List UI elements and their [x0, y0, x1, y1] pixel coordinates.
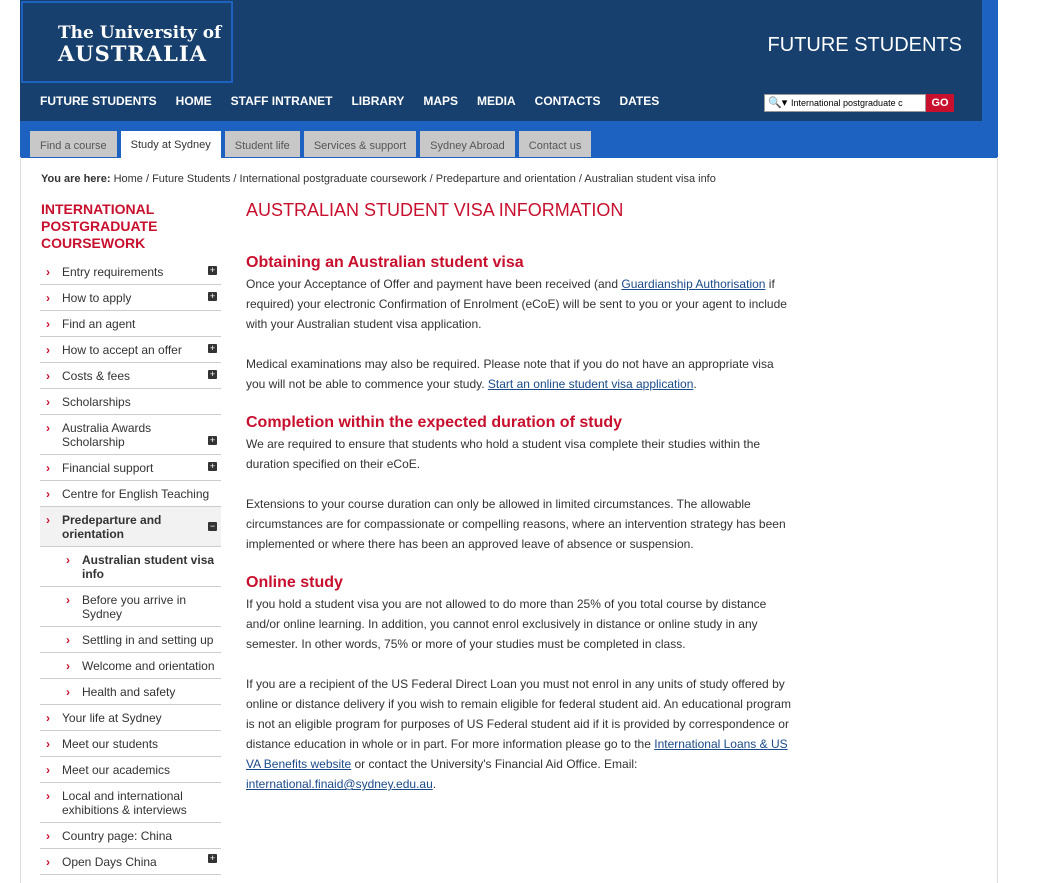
sidebar-nav: › Entry requirements + › How to apply + › Fin… [40, 259, 221, 875]
tab-find-a-course[interactable]: Find a course [30, 131, 117, 157]
sidebar-item-exhibitions-interviews[interactable]: › Local and international exhibitions & i… [40, 783, 221, 823]
section-tabs: Find a course Study at Sydney Student li… [30, 131, 595, 158]
chevron-right-icon: › [66, 553, 70, 567]
search-go-button[interactable]: GO [926, 94, 954, 112]
university-logo[interactable]: The University of AUSTRALIA [21, 1, 233, 83]
sidebar-item-australia-awards[interactable]: › Australia Awards Scholarship + [40, 415, 221, 455]
page-border-left [20, 157, 21, 883]
nav-staff-intranet[interactable]: STAFF INTRANET [231, 94, 333, 108]
logo-line-2: AUSTRALIA [58, 41, 208, 66]
sidebar-item-centre-for-english[interactable]: › Centre for English Teaching [40, 481, 221, 507]
tab-contact-us[interactable]: Contact us [518, 131, 592, 157]
sidebar-item-country-page-china[interactable]: › Country page: China [40, 823, 221, 849]
search-input[interactable] [791, 96, 923, 110]
expand-icon[interactable]: + [208, 462, 217, 471]
nav-future-students[interactable]: FUTURE STUDENTS [40, 94, 157, 108]
tab-study-at-sydney[interactable]: Study at Sydney [120, 131, 221, 158]
sidebar-subitem-student-visa-info[interactable]: › Australian student visa info [40, 547, 221, 587]
sidebar-item-how-to-apply[interactable]: › How to apply + [40, 285, 221, 311]
expand-icon[interactable]: + [208, 370, 217, 379]
collapse-icon[interactable]: − [208, 522, 217, 531]
search-bar: 🔍▾ GO [764, 94, 954, 112]
paragraph-online-limit: If you hold a student visa you are not a… [246, 597, 767, 651]
guardianship-authorisation-link[interactable]: Guardianship Authorisation [621, 277, 765, 291]
sidebar-item-financial-support[interactable]: › Financial support + [40, 455, 221, 481]
logo-line-1: The University of [58, 23, 222, 43]
chevron-right-icon: › [46, 513, 50, 527]
online-visa-application-link[interactable]: Start an online student visa application [488, 377, 693, 391]
sidebar-item-how-to-accept-an-offer[interactable]: › How to accept an offer + [40, 337, 221, 363]
sidebar-item-your-life-at-sydney[interactable]: › Your life at Sydney [40, 705, 221, 731]
sidebar-item-costs-fees[interactable]: › Costs & fees + [40, 363, 221, 389]
sidebar-subitem-health-safety[interactable]: › Health and safety [40, 679, 221, 705]
paragraph-us-federal-loan: If you are a recipient of the US Federal… [246, 677, 791, 791]
sidebar-item-scholarships[interactable]: › Scholarships [40, 389, 221, 415]
tab-student-life[interactable]: Student life [224, 131, 300, 157]
expand-icon[interactable]: + [208, 266, 217, 275]
chevron-right-icon: › [46, 317, 50, 331]
chevron-right-icon: › [46, 369, 50, 383]
paragraph-medical-exams: Medical examinations may also be require… [246, 357, 774, 391]
search-box: 🔍▾ [764, 94, 926, 112]
sidebar-subitem-welcome-orientation[interactable]: › Welcome and orientation [40, 653, 221, 679]
page-title: AUSTRALIAN STUDENT VISA INFORMATION [246, 200, 624, 220]
nav-library[interactable]: LIBRARY [351, 94, 404, 108]
sidebar-subitem-before-you-arrive[interactable]: › Before you arrive in Sydney [40, 587, 221, 627]
nav-maps[interactable]: MAPS [423, 94, 458, 108]
chevron-right-icon: › [46, 855, 50, 869]
expand-icon[interactable]: + [208, 344, 217, 353]
section-heading-obtaining-visa: Obtaining an Australian student visa [246, 254, 524, 271]
chevron-right-icon: › [46, 711, 50, 725]
chevron-right-icon: › [46, 737, 50, 751]
section-heading-online-study: Online study [246, 574, 343, 591]
expand-icon[interactable]: + [208, 436, 217, 445]
paragraph-extensions: Extensions to your course duration can o… [246, 497, 786, 551]
sidebar-item-meet-our-students[interactable]: › Meet our students [40, 731, 221, 757]
nav-home[interactable]: HOME [176, 94, 212, 108]
tab-services-support[interactable]: Services & support [303, 131, 417, 157]
search-icon[interactable]: 🔍▾ [768, 96, 787, 109]
sidebar-item-open-days-china[interactable]: › Open Days China + [40, 849, 221, 875]
paragraph-visa-ecoe: Once your Acceptance of Offer and paymen… [246, 277, 787, 331]
sidebar-item-predeparture[interactable]: › Predeparture and orientation − [40, 507, 221, 547]
paragraph-duration: We are required to ensure that students … [246, 437, 761, 471]
sidebar-item-find-an-agent[interactable]: › Find an agent [40, 311, 221, 337]
expand-icon[interactable]: + [208, 854, 217, 863]
chevron-right-icon: › [46, 395, 50, 409]
nav-dates[interactable]: DATES [619, 94, 659, 108]
chevron-right-icon: › [46, 343, 50, 357]
main-nav: FUTURE STUDENTS HOME STAFF INTRANET LIBR… [40, 94, 678, 108]
chevron-right-icon: › [46, 487, 50, 501]
chevron-right-icon: › [46, 291, 50, 305]
chevron-right-icon: › [66, 659, 70, 673]
sidebar-title: INTERNATIONAL POSTGRADUATE COURSEWORK [41, 201, 158, 251]
breadcrumb-trail[interactable]: Home / Future Students / International p… [114, 173, 716, 185]
chevron-right-icon: › [46, 789, 50, 803]
financial-aid-email-link[interactable]: international.finaid@sydney.edu.au [246, 777, 433, 791]
chevron-right-icon: › [66, 593, 70, 607]
chevron-right-icon: › [46, 421, 50, 435]
page-border-right [997, 157, 998, 883]
sidebar-item-meet-our-academics[interactable]: › Meet our academics [40, 757, 221, 783]
nav-contacts[interactable]: CONTACTS [535, 94, 601, 108]
chevron-right-icon: › [66, 685, 70, 699]
chevron-right-icon: › [66, 633, 70, 647]
section-heading-completion: Completion within the expected duration … [246, 414, 623, 431]
tab-sydney-abroad[interactable]: Sydney Abroad [420, 131, 515, 157]
nav-media[interactable]: MEDIA [477, 94, 516, 108]
sidebar-item-entry-requirements[interactable]: › Entry requirements + [40, 259, 221, 285]
chevron-right-icon: › [46, 461, 50, 475]
chevron-right-icon: › [46, 829, 50, 843]
site-header: The University of AUSTRALIA FUTURE STUDE… [20, 0, 982, 121]
breadcrumb-prefix: You are here: [41, 173, 111, 185]
chevron-right-icon: › [46, 763, 50, 777]
section-title: FUTURE STUDENTS [767, 34, 962, 56]
breadcrumb: You are here: Home / Future Students / I… [41, 173, 716, 185]
chevron-right-icon: › [46, 265, 50, 279]
sidebar-subitem-settling-in[interactable]: › Settling in and setting up [40, 627, 221, 653]
expand-icon[interactable]: + [208, 292, 217, 301]
